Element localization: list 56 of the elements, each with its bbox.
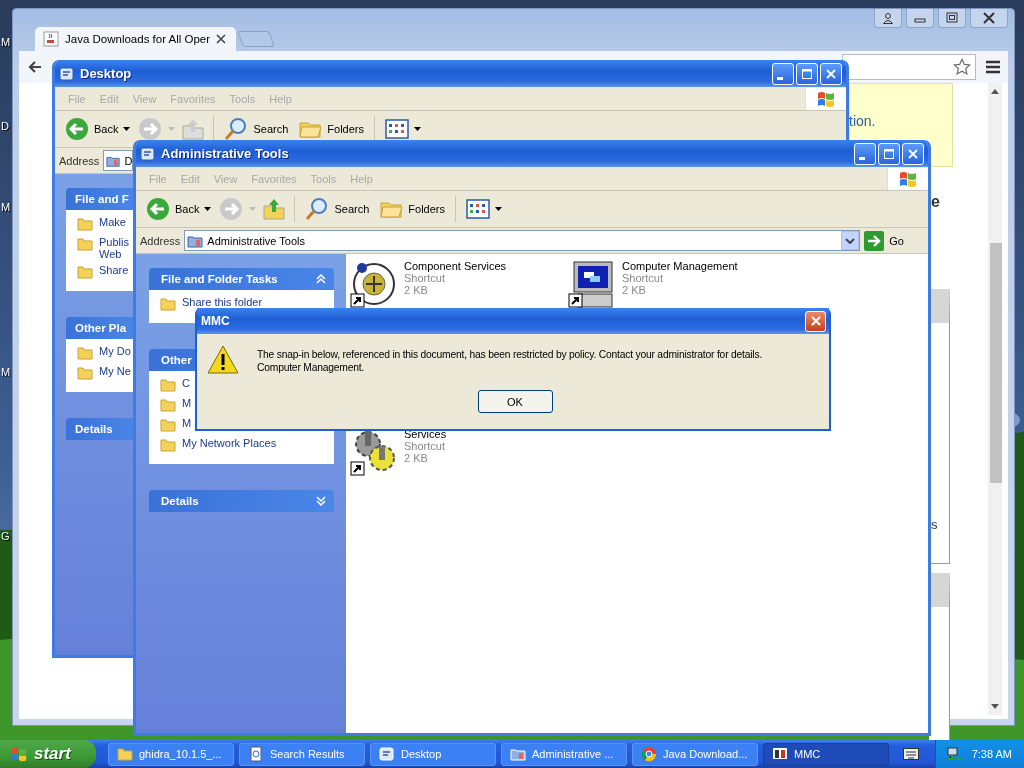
- task-panel-header[interactable]: Other Pla: [66, 317, 134, 339]
- file-type: Shortcut: [622, 272, 664, 284]
- task-link[interactable]: My Ne: [99, 365, 131, 377]
- dialog-message: The snap-in below, referenced in this document, has been restricted by policy. Contact your administrator for details.: [257, 348, 763, 361]
- task-panel-header[interactable]: Details: [66, 418, 134, 440]
- task-link[interactable]: My Network Places: [182, 437, 277, 449]
- taskbar-button[interactable]: MMC: [763, 742, 889, 766]
- file-type: Shortcut: [404, 272, 446, 284]
- taskbar-button[interactable]: Search Results: [239, 742, 365, 766]
- task-link[interactable]: Share this folder: [182, 296, 263, 308]
- address-label: Address: [59, 154, 100, 167]
- task-panel-header[interactable]: File and Folder Tasks: [149, 268, 334, 290]
- dialog-message: Computer Management.: [257, 361, 366, 374]
- task-link[interactable]: C: [182, 377, 190, 389]
- task-link[interactable]: Publis Web: [99, 236, 129, 260]
- task-panel-header[interactable]: File and F: [66, 188, 134, 210]
- task-link[interactable]: Share: [99, 264, 129, 276]
- file-size: 2 KB: [622, 284, 647, 296]
- file-type: Shortcut: [404, 440, 446, 452]
- task-link[interactable]: M: [182, 417, 192, 429]
- task-panel-header[interactable]: Details: [149, 490, 334, 512]
- dialog-title: MMC: [201, 314, 230, 328]
- file-size: 2 KB: [404, 284, 429, 296]
- back-button[interactable]: Back: [144, 197, 214, 221]
- file-size: 2 KB: [404, 452, 429, 464]
- folders-button[interactable]: Folders: [377, 197, 447, 221]
- desktop-icon-label[interactable]: G: [1, 530, 10, 542]
- address-label: Address: [140, 234, 181, 247]
- page-text: s: [931, 517, 938, 532]
- taskbar-button[interactable]: Desktop: [370, 742, 496, 766]
- task-link[interactable]: Make: [99, 216, 126, 228]
- desktop-icon-label[interactable]: M: [1, 366, 11, 378]
- taskbar-button[interactable]: Administrative ...: [501, 742, 627, 766]
- page-text: tion.: [849, 113, 876, 129]
- window-title: Administrative Tools: [161, 146, 290, 161]
- address-field[interactable]: D: [103, 150, 134, 171]
- page-text: e: [931, 193, 940, 211]
- desktop-icon-label[interactable]: D: [1, 120, 9, 132]
- desktop-icon-label[interactable]: M: [1, 201, 11, 213]
- browser-tab[interactable]: Java Downloads for All Oper: [35, 27, 237, 51]
- go-button[interactable]: Go: [864, 230, 924, 251]
- file-name[interactable]: Computer Management: [622, 260, 738, 272]
- ok-button[interactable]: OK: [477, 390, 553, 413]
- task-link[interactable]: M: [182, 397, 192, 409]
- search-button[interactable]: Search: [222, 117, 291, 141]
- desktop-icon-label[interactable]: M: [1, 36, 11, 48]
- back-button[interactable]: Back: [63, 117, 133, 141]
- folders-button[interactable]: Folders: [296, 117, 366, 141]
- taskbar-button[interactable]: Java Download...: [632, 742, 758, 766]
- task-link[interactable]: My Do: [99, 345, 131, 357]
- file-name[interactable]: Component Services: [404, 260, 507, 272]
- window-title: Desktop: [80, 66, 133, 81]
- address-field[interactable]: Administrative Tools: [184, 230, 861, 251]
- search-button[interactable]: Search: [303, 197, 372, 221]
- clock: 7:38 AM: [971, 748, 1012, 760]
- taskbar-button[interactable]: ghidra_10.1.5_...: [108, 742, 234, 766]
